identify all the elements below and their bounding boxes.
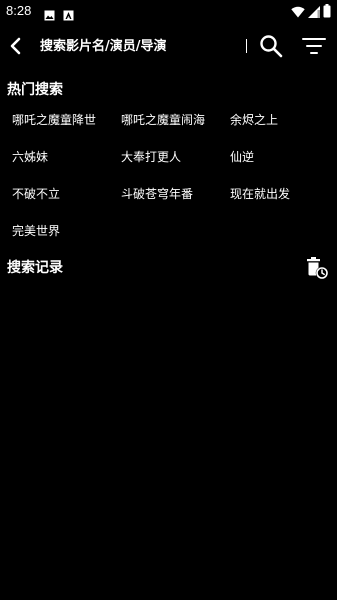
status-time: 8:28 xyxy=(6,3,32,18)
hot-search-item[interactable]: 完美世界 xyxy=(12,222,60,239)
hot-search-item[interactable]: 余烬之上 xyxy=(230,111,278,128)
hot-search-item[interactable]: 哪吒之魔童闹海 xyxy=(121,111,205,128)
hot-search-item[interactable]: 仙逆 xyxy=(230,148,254,165)
search-input[interactable] xyxy=(40,34,240,58)
search-history-title: 搜索记录 xyxy=(7,260,63,276)
text-cursor xyxy=(246,39,247,53)
status-icons xyxy=(291,3,331,22)
wifi-icon xyxy=(291,3,305,22)
back-arrow-icon xyxy=(10,37,21,55)
back-button[interactable] xyxy=(4,34,28,58)
filter-button[interactable] xyxy=(300,34,328,58)
hot-search-item[interactable]: 六姊妹 xyxy=(12,148,48,165)
hot-search-title: 热门搜索 xyxy=(7,82,63,98)
image-icon xyxy=(44,6,55,21)
hot-search-item[interactable]: 现在就出发 xyxy=(230,185,290,202)
hot-search-item[interactable]: 大奉打更人 xyxy=(121,148,181,165)
search-icon xyxy=(260,35,283,58)
battery-icon xyxy=(323,3,331,22)
hot-search-item[interactable]: 不破不立 xyxy=(12,185,60,202)
clear-history-button[interactable] xyxy=(304,256,330,280)
delete-history-icon xyxy=(307,257,329,280)
hot-search-item[interactable]: 斗破苍穹年番 xyxy=(121,185,193,202)
search-button[interactable] xyxy=(258,33,284,59)
app-a-icon xyxy=(63,6,74,21)
signal-icon xyxy=(308,3,320,22)
status-bar: 8:28 xyxy=(0,0,337,24)
hot-search-item[interactable]: 哪吒之魔童降世 xyxy=(12,111,96,128)
filter-icon xyxy=(302,38,326,54)
search-toolbar xyxy=(0,24,337,68)
